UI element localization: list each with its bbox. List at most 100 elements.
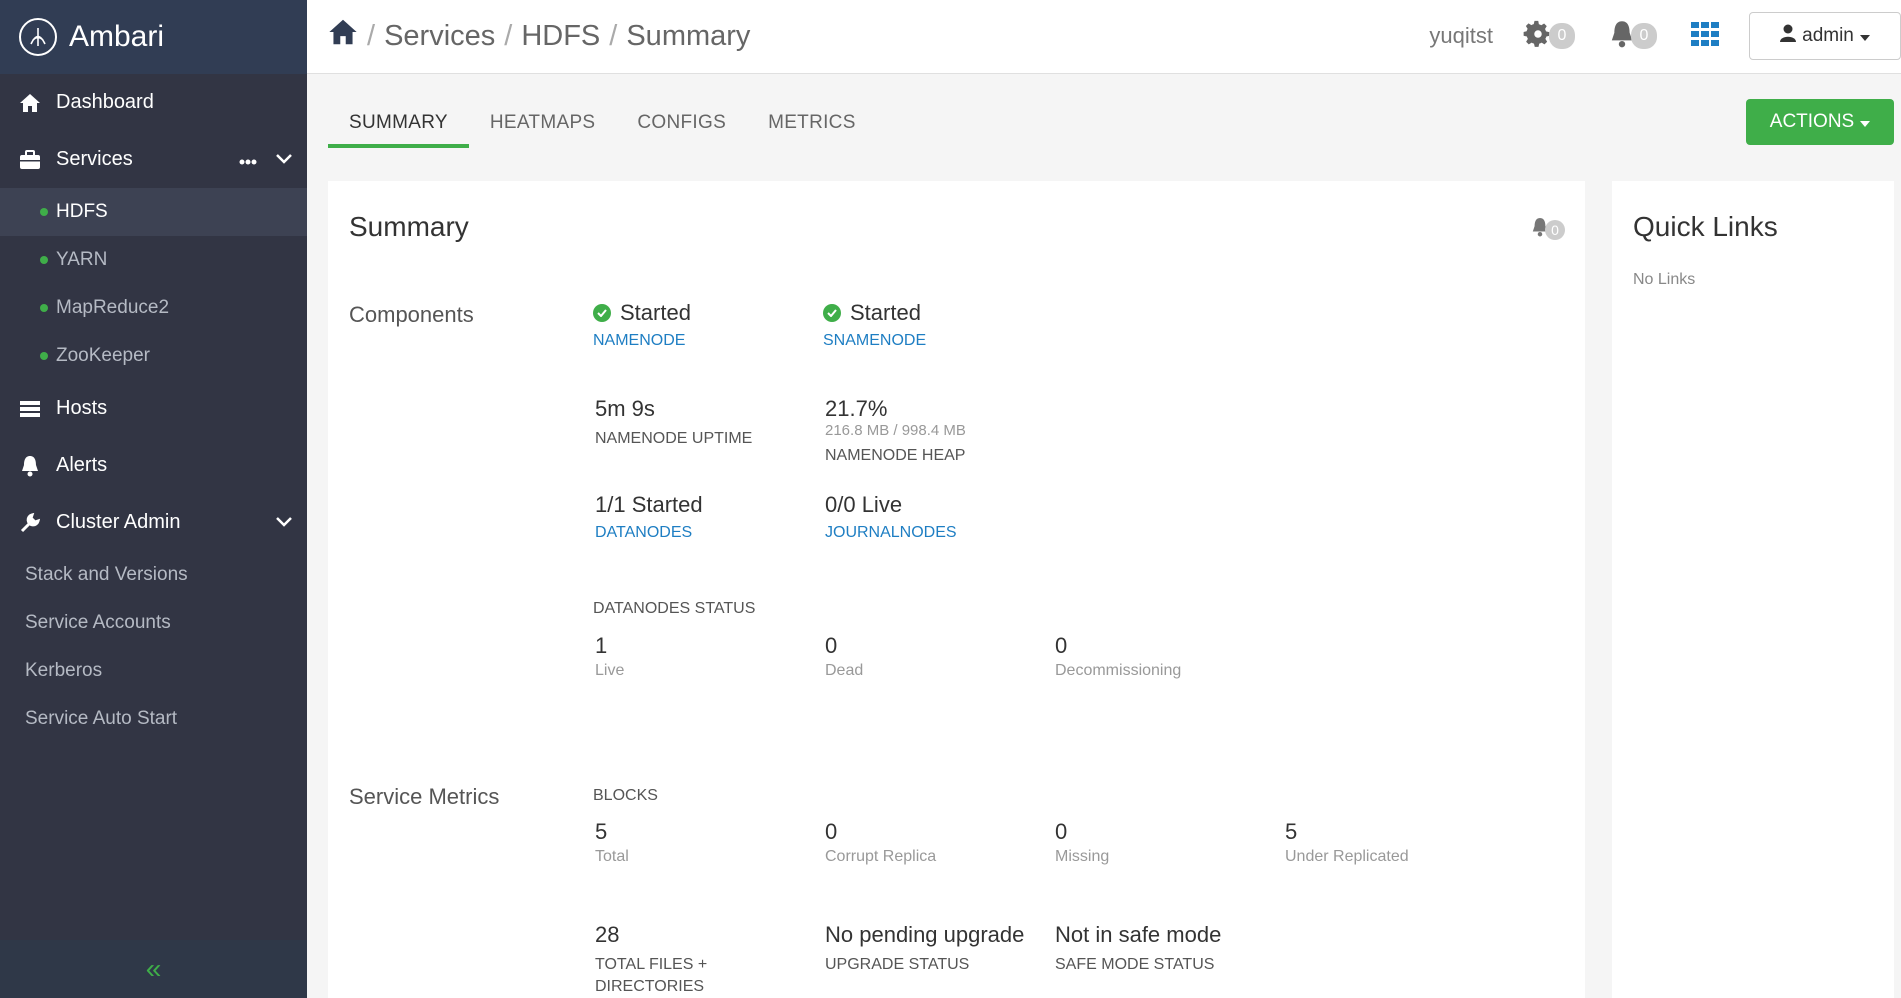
- blocks-under-value: 5: [1285, 819, 1298, 844]
- sidebar-item-stack-versions[interactable]: Stack and Versions: [0, 551, 307, 599]
- tab-heatmaps[interactable]: HEATMAPS: [469, 104, 617, 148]
- snamenode-component: Started SNAMENODE: [823, 300, 926, 350]
- namenode-link[interactable]: NAMENODE: [593, 332, 691, 350]
- snamenode-link[interactable]: SNAMENODE: [823, 332, 926, 350]
- chevron-down-icon[interactable]: [275, 511, 293, 534]
- files-value: 28: [595, 922, 620, 947]
- breadcrumb-hdfs[interactable]: HDFS: [521, 20, 600, 53]
- sidebar-item-zookeeper[interactable]: ZooKeeper: [0, 332, 307, 380]
- bell-icon: [18, 454, 42, 478]
- quick-links-panel: Quick Links No Links: [1612, 181, 1894, 998]
- home-icon[interactable]: [328, 18, 358, 54]
- sidebar-item-label: MapReduce2: [56, 297, 170, 318]
- sidebar-item-label: HDFS: [56, 201, 108, 222]
- tab-summary[interactable]: SUMMARY: [328, 104, 469, 148]
- sidebar-item-alerts[interactable]: Alerts: [0, 437, 307, 494]
- user-menu-button[interactable]: admin: [1749, 12, 1901, 60]
- safemode-value: Not in safe mode: [1055, 922, 1222, 947]
- decom-value: 0: [1055, 633, 1068, 658]
- decom-label: Decommissioning: [1055, 662, 1182, 679]
- blocks-corrupt-value: 0: [825, 819, 838, 844]
- sidebar-item-kerberos[interactable]: Kerberos: [0, 647, 307, 695]
- double-chevron-left-icon: «: [145, 953, 162, 984]
- chevron-down-icon[interactable]: [275, 148, 293, 171]
- journalnodes-count: 0/0 Live JOURNALNODES: [825, 492, 957, 542]
- sidebar-item-mapreduce2[interactable]: MapReduce2: [0, 284, 307, 332]
- summary-panel: Summary 0 Components Started NAMENODE St…: [328, 181, 1585, 998]
- breadcrumb-services[interactable]: Services: [384, 20, 495, 53]
- cluster-name[interactable]: yuqitst: [1429, 23, 1493, 49]
- status-dot-icon: [40, 208, 48, 216]
- sidebar-item-services[interactable]: Services: [0, 131, 307, 188]
- blocks-under-label: Under Replicated: [1285, 848, 1409, 865]
- blocks-corrupt-label: Corrupt Replica: [825, 848, 937, 865]
- user-name: admin: [1802, 25, 1854, 46]
- sidebar-item-label: YARN: [56, 249, 108, 270]
- breadcrumb-summary: Summary: [626, 19, 751, 52]
- sidebar-item-service-accounts[interactable]: Service Accounts: [0, 599, 307, 647]
- blocks-missing-label: Missing: [1055, 848, 1110, 865]
- dead-label: Dead: [825, 662, 864, 679]
- quick-links-empty: No Links: [1633, 271, 1696, 288]
- collapse-sidebar-button[interactable]: «: [0, 940, 307, 998]
- uptime-label: NAMENODE UPTIME: [595, 430, 753, 447]
- live-value: 1: [595, 633, 608, 658]
- datanodes-live: 1 Live: [595, 633, 624, 680]
- upgrade-value: No pending upgrade: [825, 922, 1025, 947]
- blocks-missing-value: 0: [1055, 819, 1068, 844]
- alert-count-badge: 0: [1545, 219, 1565, 240]
- breadcrumb: / Services / HDFS / Summary: [328, 18, 750, 54]
- snamenode-status: Started: [850, 300, 921, 325]
- user-icon: [1780, 24, 1797, 48]
- sidebar-item-cluster-admin[interactable]: Cluster Admin: [0, 494, 307, 551]
- datanodes-dead: 0 Dead: [825, 633, 863, 680]
- heap-value: 21.7%: [825, 396, 888, 421]
- sidebar-item-hosts[interactable]: Hosts: [0, 380, 307, 437]
- uptime-value: 5m 9s: [595, 396, 655, 421]
- top-bar: / Services / HDFS / Summary yuqitst 0 0: [307, 0, 1901, 74]
- background-ops-button[interactable]: 0: [1523, 19, 1575, 54]
- sidebar: Ambari Dashboard Services HDFS YARN MapR…: [0, 0, 307, 998]
- more-icon[interactable]: [239, 148, 257, 171]
- safe-mode-status: Not in safe mode SAFE MODE STATUS: [1055, 922, 1221, 976]
- check-circle-icon: [823, 304, 841, 322]
- blocks-total-label: Total: [595, 848, 629, 865]
- namenode-uptime: 5m 9s NAMENODE UPTIME: [595, 396, 752, 450]
- sidebar-item-label: Dashboard: [56, 91, 154, 113]
- briefcase-icon: [18, 148, 42, 172]
- blocks-missing: 0 Missing: [1055, 819, 1109, 866]
- heap-label: NAMENODE HEAP: [825, 447, 966, 464]
- service-alerts-button[interactable]: 0: [1531, 217, 1565, 242]
- heap-detail: 216.8 MB / 998.4 MB: [825, 422, 966, 439]
- sidebar-item-service-auto-start[interactable]: Service Auto Start: [0, 695, 307, 743]
- grid-apps-icon[interactable]: [1691, 21, 1719, 51]
- caret-down-icon: [1860, 111, 1871, 133]
- service-metrics-label: Service Metrics: [349, 784, 500, 809]
- datanodes-link[interactable]: DATANODES: [595, 524, 703, 542]
- alerts-button[interactable]: 0: [1609, 20, 1657, 53]
- server-icon: [18, 397, 42, 421]
- actions-button[interactable]: ACTIONS: [1746, 99, 1894, 145]
- datanodes-value: 1/1 Started: [595, 492, 703, 517]
- datanodes-decommissioning: 0 Decommissioning: [1055, 633, 1181, 680]
- sidebar-item-hdfs[interactable]: HDFS: [0, 188, 307, 236]
- blocks-heading: BLOCKS: [593, 787, 658, 804]
- check-circle-icon: [593, 304, 611, 322]
- journalnodes-link[interactable]: JOURNALNODES: [825, 524, 957, 542]
- journalnodes-value: 0/0 Live: [825, 492, 903, 517]
- wrench-icon: [18, 511, 42, 535]
- sidebar-item-dashboard[interactable]: Dashboard: [0, 74, 307, 131]
- live-label: Live: [595, 662, 625, 679]
- ops-count-badge: 0: [1549, 23, 1575, 49]
- panel-title: Summary: [349, 211, 469, 242]
- breadcrumb-separator: /: [609, 19, 618, 52]
- tab-configs[interactable]: CONFIGS: [616, 104, 747, 148]
- namenode-heap: 21.7% 216.8 MB / 998.4 MB NAMENODE HEAP: [825, 396, 966, 467]
- brand[interactable]: Ambari: [0, 0, 307, 74]
- blocks-corrupt: 0 Corrupt Replica: [825, 819, 936, 866]
- actions-label: ACTIONS: [1769, 111, 1855, 132]
- breadcrumb-separator: /: [367, 19, 376, 52]
- sidebar-item-yarn[interactable]: YARN: [0, 236, 307, 284]
- tab-metrics[interactable]: METRICS: [747, 104, 877, 148]
- upgrade-status: No pending upgrade UPGRADE STATUS: [825, 922, 1024, 976]
